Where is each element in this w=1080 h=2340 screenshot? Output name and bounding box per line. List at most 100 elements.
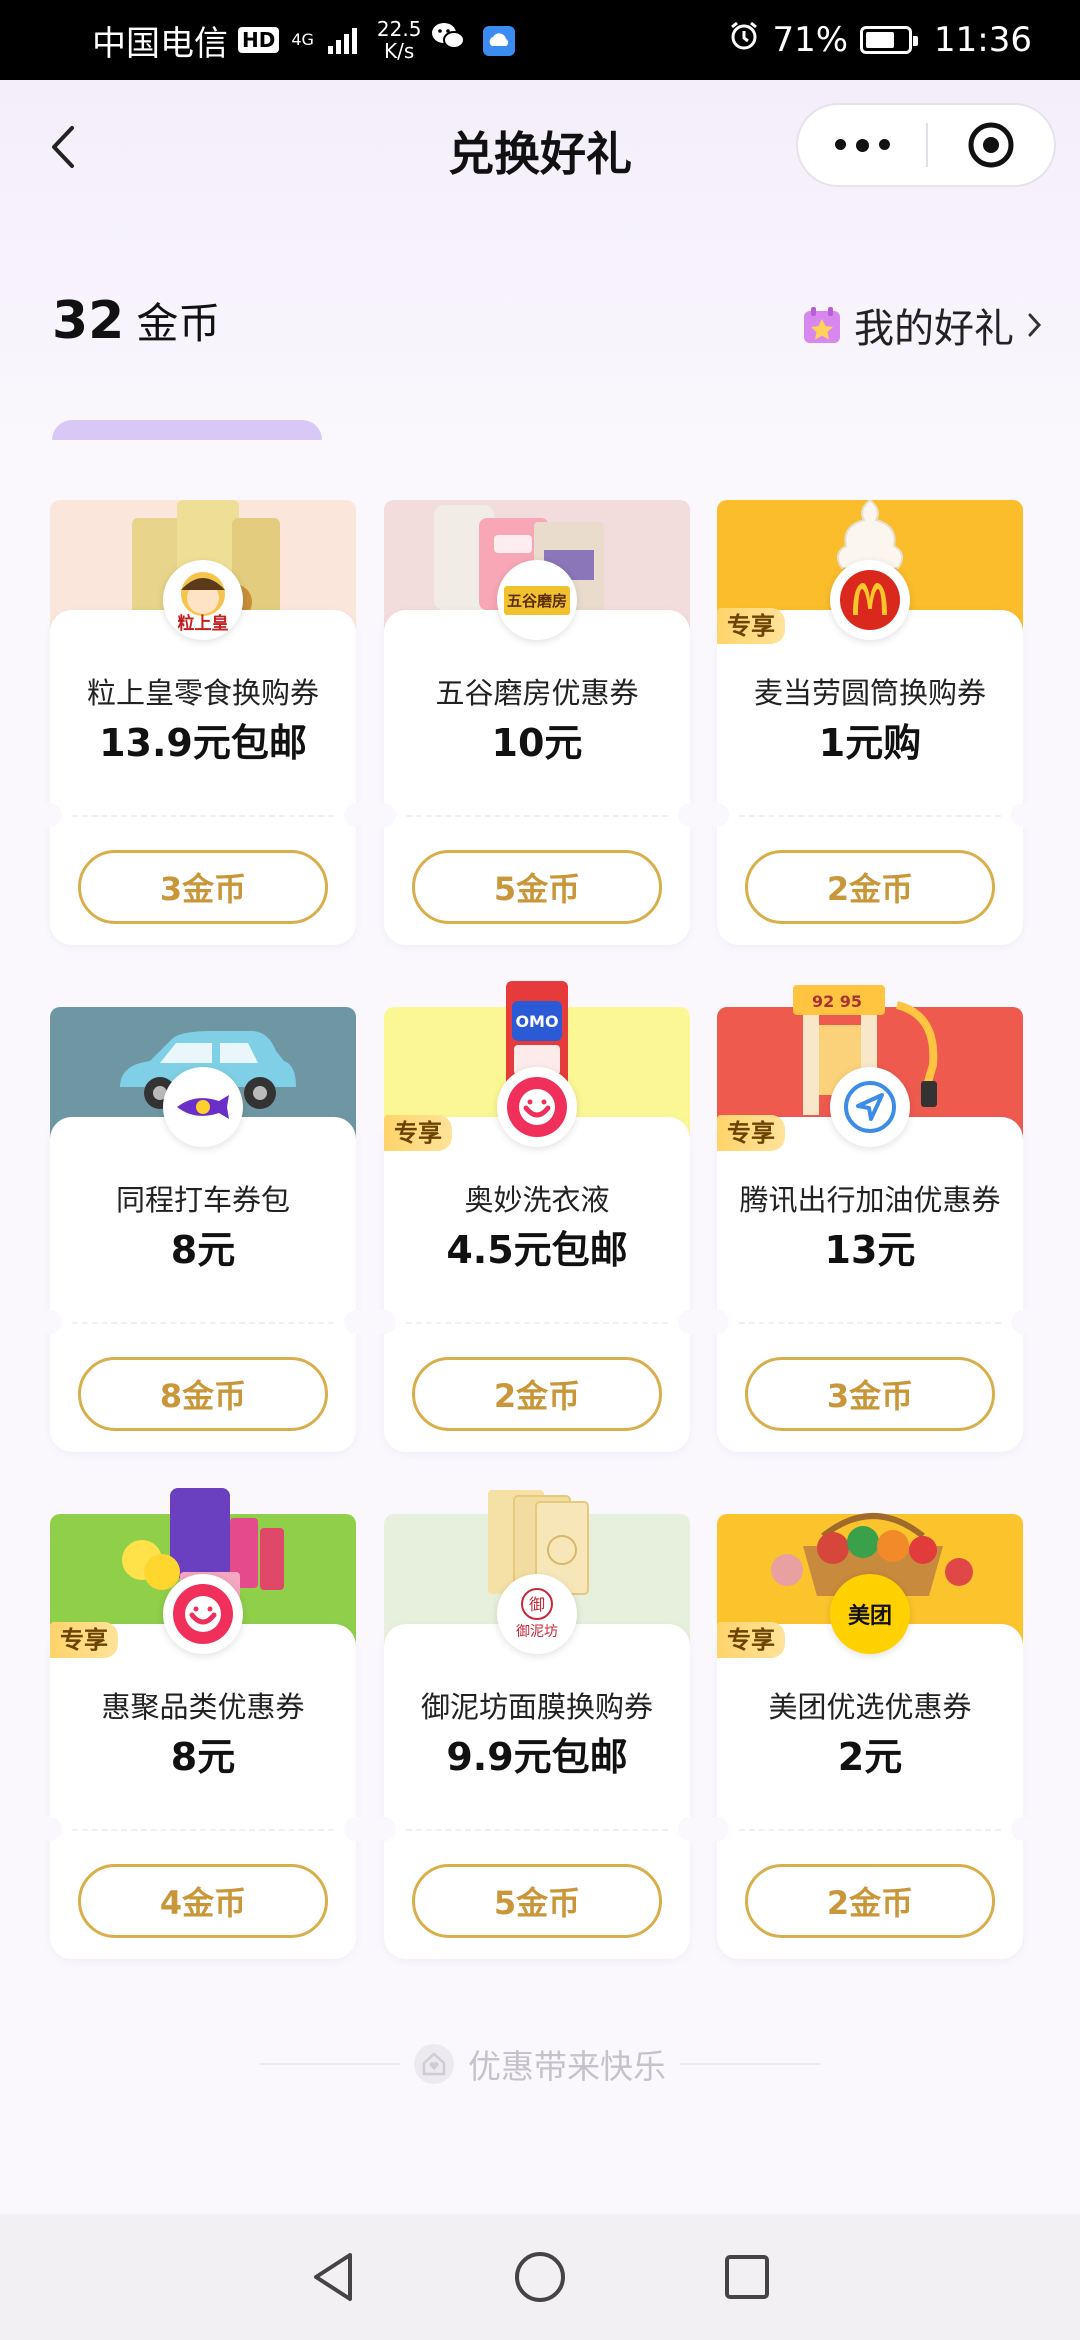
exclusive-tag: 专享 [717, 608, 785, 644]
redeem-button[interactable]: 3金币 [745, 1357, 995, 1431]
card-notch [38, 1817, 62, 1841]
slogan-divider-left [260, 2063, 400, 2065]
card-divider [739, 815, 1001, 817]
brand-logo-text: 御泥坊 [516, 1624, 558, 1640]
signal-icon [327, 26, 357, 54]
product-price: 13.9元包邮 [99, 721, 307, 765]
card-notch [344, 1310, 368, 1334]
product-card[interactable]: 御 御泥坊 御泥坊面膜换购券 9.9元包邮 5金币 [372, 1490, 702, 1959]
card-notch [344, 1817, 368, 1841]
gift-calendar-icon [804, 307, 840, 343]
my-gifts-label: 我的好礼 [854, 306, 1014, 352]
redeem-button[interactable]: 2金币 [412, 1357, 662, 1431]
battery-icon [860, 26, 919, 54]
redeem-button[interactable]: 8金币 [78, 1357, 328, 1431]
product-price: 4.5元包邮 [446, 1228, 628, 1272]
product-name: 麦当劳圆筒换购券 [753, 676, 986, 710]
redeem-button[interactable]: 3金币 [78, 850, 328, 924]
card-notch [705, 803, 729, 827]
product-card[interactable]: 专享 麦当劳圆筒换购券 1元购 2金币 [705, 500, 1035, 945]
section-update-pill [52, 420, 322, 440]
card-notch [1011, 803, 1035, 827]
net-speed: 22.5 K/s [376, 17, 422, 63]
product-card[interactable]: 粒上皇 粒上皇零食换购券 13.9元包邮 3金币 [38, 500, 368, 945]
redeem-button[interactable]: 2金币 [745, 1864, 995, 1938]
brand-logo: 五谷磨房 [497, 560, 577, 640]
product-card[interactable]: 92 95 专享 腾讯出行加油优惠券 13元 3金币 [705, 985, 1035, 1452]
card-divider [72, 1322, 334, 1324]
footer-slogan: 优惠带来快乐 [0, 2040, 1080, 2088]
product-price: 8元 [170, 1228, 236, 1272]
exclusive-tag: 专享 [384, 1115, 452, 1151]
network-type: 4G [291, 30, 314, 49]
card-notch [678, 1817, 702, 1841]
card-notch [38, 1310, 62, 1334]
hd-badge: HD [238, 27, 280, 53]
redeem-button[interactable]: 4金币 [78, 1864, 328, 1938]
target-circle-icon [968, 122, 1014, 168]
nav-recents-button[interactable] [717, 2247, 777, 2307]
card-divider [739, 1829, 1001, 1831]
product-price: 8元 [170, 1735, 236, 1779]
meituan-logo: 美团 [830, 1574, 910, 1654]
product-name: 奥妙洗衣液 [464, 1183, 610, 1217]
circle-home-icon [514, 2252, 565, 2302]
card-divider [739, 1322, 1001, 1324]
product-name: 同程打车券包 [115, 1183, 290, 1217]
product-price: 10元 [491, 721, 583, 765]
product-card[interactable]: 专享 惠聚品类优惠券 8元 4金币 [38, 1488, 368, 1959]
card-notch [678, 1310, 702, 1334]
product-card[interactable]: OMO 专享 奥妙洗衣液 4.5元包邮 2金币 [372, 981, 702, 1452]
svg-text:OMO: OMO [515, 1012, 558, 1031]
section-header-clipped [52, 400, 322, 440]
product-card[interactable]: 同程打车券包 8元 8金币 [38, 1007, 368, 1452]
slogan-text: 优惠带来快乐 [468, 2047, 666, 2086]
coin-amount: 32 [52, 291, 125, 351]
product-name: 五谷磨房优惠券 [435, 676, 639, 710]
more-button[interactable] [798, 138, 926, 152]
card-notch [372, 803, 396, 827]
huiju-logo [163, 1574, 243, 1654]
card-notch [678, 803, 702, 827]
tencent-travel-logo [830, 1067, 910, 1147]
brand-logo: 粒上皇 [163, 560, 243, 640]
redeem-button[interactable]: 2金币 [745, 850, 995, 924]
clock: 11:36 [934, 20, 1032, 60]
product-card[interactable]: 美团 专享 美团优选优惠券 2元 2金币 [705, 1513, 1035, 1959]
wechat-icon [431, 20, 466, 60]
product-name: 惠聚品类优惠券 [101, 1690, 305, 1724]
product-name: 御泥坊面膜换购券 [420, 1690, 653, 1724]
redeem-button[interactable]: 5金币 [412, 850, 662, 924]
huiju-logo [497, 1067, 577, 1147]
brand-logo: 御 御泥坊 [497, 1574, 577, 1654]
chevron-right-icon [1028, 313, 1042, 337]
product-price: 2元 [837, 1735, 903, 1779]
close-button[interactable] [928, 121, 1054, 169]
redeem-button[interactable]: 5金币 [412, 1864, 662, 1938]
card-divider [72, 815, 334, 817]
card-notch [372, 1817, 396, 1841]
system-nav-bar [0, 2214, 1080, 2340]
brand-logo-text: 美团 [847, 1604, 892, 1629]
card-notch [372, 1310, 396, 1334]
carrier-label: 中国电信 [92, 23, 228, 64]
exclusive-tag: 专享 [717, 1115, 785, 1151]
card-notch [344, 803, 368, 827]
product-price: 1元购 [818, 721, 922, 765]
card-notch [705, 1817, 729, 1841]
product-card[interactable]: 五谷磨房 五谷磨房优惠券 10元 5金币 [372, 500, 702, 945]
product-name: 美团优选优惠券 [768, 1690, 972, 1724]
card-divider [406, 815, 668, 817]
mcdonalds-logo [830, 560, 910, 640]
miniprogram-capsule [796, 103, 1056, 187]
svg-text:御: 御 [529, 1595, 545, 1614]
nav-home-button[interactable] [510, 2247, 570, 2307]
nav-back-button[interactable] [303, 2247, 363, 2307]
tongcheng-logo [163, 1067, 243, 1147]
my-gifts-link[interactable]: 我的好礼 [802, 296, 1044, 354]
card-notch [705, 1310, 729, 1334]
card-notch [38, 803, 62, 827]
triangle-back-icon [314, 2253, 353, 2301]
product-price: 13元 [824, 1228, 916, 1272]
exclusive-tag: 专享 [50, 1622, 118, 1658]
